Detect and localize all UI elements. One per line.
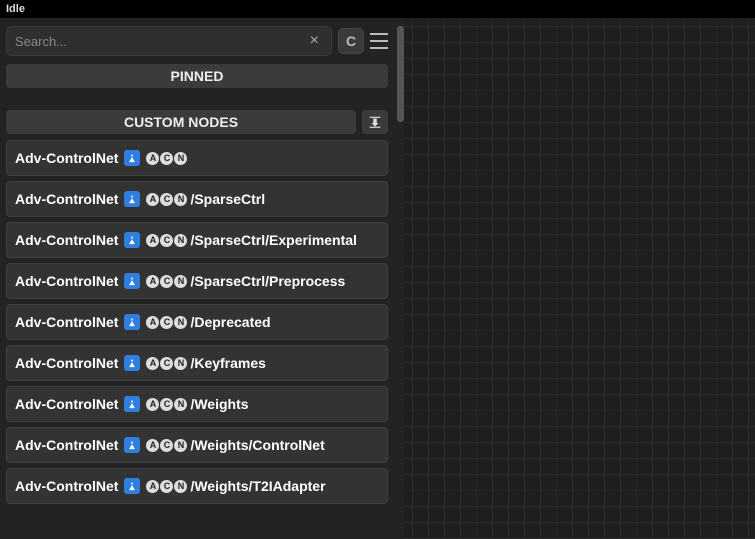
sidebar: × C PINNED CUSTOM NODES (0, 18, 404, 539)
node-prefix: Adv-ControlNet (15, 396, 118, 412)
search-row: × C (6, 26, 388, 56)
node-circle-labels: ACN (146, 316, 187, 329)
node-circle-labels: ACN (146, 275, 187, 288)
workspace: × C PINNED CUSTOM NODES (0, 18, 755, 539)
node-item[interactable]: Adv-ControlNet ACN/SparseCtrl/Preprocess (6, 263, 388, 299)
node-badge-icon (124, 191, 140, 207)
node-circle-labels: ACN (146, 152, 187, 165)
titlebar: Idle (0, 0, 755, 18)
node-badge-icon (124, 396, 140, 412)
node-item[interactable]: Adv-ControlNet ACN/SparseCtrl (6, 181, 388, 217)
node-circle-labels: ACN (146, 234, 187, 247)
node-item[interactable]: Adv-ControlNet ACN/Weights/ControlNet (6, 427, 388, 463)
node-prefix: Adv-ControlNet (15, 191, 118, 207)
custom-nodes-label: CUSTOM NODES (124, 114, 238, 130)
node-prefix: Adv-ControlNet (15, 232, 118, 248)
node-badge-icon (124, 355, 140, 371)
c-filter-button[interactable]: C (338, 28, 364, 54)
node-suffix: /Weights (190, 396, 248, 412)
node-badge-icon (124, 437, 140, 453)
node-prefix: Adv-ControlNet (15, 150, 118, 166)
search-box[interactable]: × (6, 26, 332, 56)
collapse-icon (368, 115, 382, 129)
node-item[interactable]: Adv-ControlNet ACN/Deprecated (6, 304, 388, 340)
node-item[interactable]: Adv-ControlNet ACN (6, 140, 388, 176)
node-suffix: /SparseCtrl/Experimental (190, 232, 357, 248)
node-circle-labels: ACN (146, 193, 187, 206)
scrollbar-thumb[interactable] (397, 26, 404, 122)
node-prefix: Adv-ControlNet (15, 355, 118, 371)
node-prefix: Adv-ControlNet (15, 273, 118, 289)
node-circle-labels: ACN (146, 480, 187, 493)
node-badge-icon (124, 150, 140, 166)
node-circle-labels: ACN (146, 439, 187, 452)
node-circle-labels: ACN (146, 357, 187, 370)
node-suffix: /Keyframes (190, 355, 266, 371)
node-item[interactable]: Adv-ControlNet ACN/Weights (6, 386, 388, 422)
pinned-section-header[interactable]: PINNED (6, 64, 388, 88)
menu-icon[interactable] (370, 32, 388, 50)
custom-nodes-header-row: CUSTOM NODES (6, 110, 388, 134)
node-suffix: /SparseCtrl/Preprocess (190, 273, 345, 289)
node-prefix: Adv-ControlNet (15, 437, 118, 453)
clear-search-button[interactable]: × (306, 33, 323, 49)
canvas[interactable] (404, 18, 755, 539)
node-list: Adv-ControlNet ACN Adv-ControlNet ACN/Spars… (6, 140, 388, 539)
status-text: Idle (6, 3, 25, 15)
node-item[interactable]: Adv-ControlNet ACN/Weights/T2IAdapter (6, 468, 388, 504)
node-circle-labels: ACN (146, 398, 187, 411)
node-badge-icon (124, 273, 140, 289)
node-prefix: Adv-ControlNet (15, 478, 118, 494)
node-suffix: /Weights/T2IAdapter (190, 478, 325, 494)
node-badge-icon (124, 478, 140, 494)
node-badge-icon (124, 314, 140, 330)
node-item[interactable]: Adv-ControlNet ACN/Keyframes (6, 345, 388, 381)
collapse-button[interactable] (362, 110, 388, 134)
node-suffix: /Deprecated (190, 314, 270, 330)
node-prefix: Adv-ControlNet (15, 314, 118, 330)
node-item[interactable]: Adv-ControlNet ACN/SparseCtrl/Experimenta… (6, 222, 388, 258)
search-input[interactable] (15, 34, 306, 49)
custom-nodes-section-header[interactable]: CUSTOM NODES (6, 110, 356, 134)
node-suffix: /Weights/ControlNet (190, 437, 324, 453)
node-badge-icon (124, 232, 140, 248)
node-suffix: /SparseCtrl (190, 191, 265, 207)
pinned-label: PINNED (171, 68, 224, 84)
